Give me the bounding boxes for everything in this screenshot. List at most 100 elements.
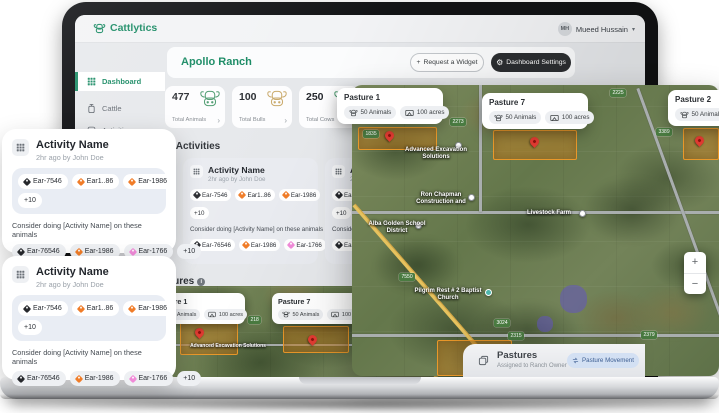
tag-icon [77,304,85,312]
map-zoom-control: + − [684,252,706,294]
chevron-down-icon: ▾ [632,26,635,33]
avatar: MH [558,22,572,36]
tag-icon [23,304,31,312]
overflow-chip[interactable]: +10 [177,244,201,259]
pasture-info-card[interactable]: Pasture 1 50 Animals 100 acres [165,293,245,324]
ear-tag-chip[interactable]: Ear-7546 [18,174,68,189]
request-widget-button[interactable]: + Request a Widget [410,53,484,72]
dashboard-settings-button[interactable]: ⚙ Dashboard Settings [491,53,571,72]
activity-card[interactable]: Activity Name 2hr ago by John Doe Ear-75… [2,256,176,380]
tag-icon [193,191,201,199]
laptop-trackpad-notch [299,377,421,384]
activity-icon [12,139,29,156]
marketing-mockup: Cattlytics MH Mueed Hussain ▾ Apollo Ran… [0,0,719,413]
ear-tag-chip[interactable]: Ear-7546 [190,189,231,201]
ear-tag-chip[interactable]: Ear-1986 [239,239,280,251]
map-place-label: Livestock Farm [520,210,578,217]
movement-icon [572,357,579,364]
user-name: Mueed Hussain [576,25,628,34]
pastures-bar: Pastures Assigned to Ranch Owner Pasture… [463,344,645,377]
ear-tag-chip[interactable]: Ear-7546 [18,301,68,316]
tag-icon [128,374,136,382]
map-road [352,334,719,337]
plus-icon: + [416,59,420,66]
ear-tag-chip[interactable]: Ear-76546 [12,371,66,386]
zone-polygon[interactable] [560,285,587,313]
ear-tag-chip[interactable]: Ear-1766 [284,239,325,251]
pasture-info-card[interactable]: Pasture 2 50 Animals 100 acres [668,90,719,126]
activity-title: Activity Name [36,139,109,151]
animal-count-pill: 50 Animals [278,309,323,320]
acres-icon [405,109,414,117]
tag-icon [238,191,246,199]
pasture-info-card[interactable]: Pasture 7 50 Animals 100 acres [482,93,588,129]
ear-tag-chip[interactable]: Ear-1986 [123,174,173,189]
tag-icon [17,374,25,382]
animal-tags-box: Ear-7546 Ear1..86 Ear-1986 +10 [12,168,166,214]
pasture-polygon[interactable] [180,321,238,355]
overflow-chip[interactable]: +10 [332,207,351,219]
gear-icon: ⚙ [496,59,503,67]
overflow-chip[interactable]: +10 [18,320,42,335]
road-badge: 3389 [656,128,672,136]
tag-icon [74,374,82,382]
map-place-label: Alba Golden School District [366,221,428,235]
tag-icon [242,241,250,249]
cow-icon [282,311,290,318]
overflow-chip[interactable]: +10 [190,207,209,219]
activity-meta: 2hr ago by John Doe [36,280,109,289]
ear-tag-chip[interactable]: Ear1..86 [235,189,274,201]
user-menu[interactable]: MH Mueed Hussain ▾ [558,22,635,36]
pasture-movement-button[interactable]: Pasture Movement [567,353,639,368]
chevron-right-icon: › [284,116,287,125]
ear-tag-chip[interactable]: Ear1..86 [72,174,119,189]
pastures-bar-subtitle: Assigned to Ranch Owner [497,363,567,369]
animal-count-pill: 50 Animals [675,108,719,121]
road-badge: 218 [248,316,261,324]
zoom-in-button[interactable]: + [684,252,706,273]
sidebar-item-cattle[interactable]: Cattle [75,99,165,118]
app-topbar: Cattlytics MH Mueed Hussain ▾ [75,15,645,43]
tag-icon [335,241,343,249]
animal-count-pill: 50 Animals [344,106,396,119]
tag-icon [74,247,82,255]
zoom-out-button[interactable]: − [684,273,706,295]
road-badge: 2379 [641,331,657,339]
map-place-label: Advanced Excavation Solutions [397,147,475,161]
app-logo[interactable]: Cattlytics [93,22,157,34]
road-badge: 1835 [363,130,379,138]
sidebar-item-dashboard[interactable]: Dashboard [75,72,165,91]
activity-suggestion: Consider doing [Activity Name] on these … [12,348,166,366]
activity-card[interactable]: Activity Name 2hr ago by John Doe Ear-75… [2,129,176,253]
ear-tag-chip[interactable]: Ear-1986 [279,189,320,201]
activity-meta: 2hr ago by John Doe [36,153,109,162]
road-badge: 2225 [610,89,626,97]
ear-tag-chip[interactable]: Ear-1986 [123,301,173,316]
pastures-bar-title: Pastures [497,350,537,361]
map-place-label: Pilgrim Rest # 2 Baptist Church [408,288,488,302]
map-place-label: Ron Chapman Construction and [402,192,480,206]
ear-tag-chip[interactable]: Ear-1766 [124,371,174,386]
road-badge: 3024 [494,319,510,327]
ear-tag-chip[interactable]: Ear-1986 [70,371,120,386]
ear-tag-chip[interactable]: Ear1..86 [72,301,119,316]
activity-title: Activity Name [208,165,265,175]
map-place-label: Advanced Excavation Solutions [183,343,273,349]
cow-icon [349,109,358,117]
stat-card-total-animals[interactable]: 477 Total Animals › [165,86,225,128]
road-badge: 7550 [399,273,415,281]
zone-polygon[interactable] [537,316,553,332]
activity-icon [190,165,203,178]
overflow-chip[interactable]: +10 [18,193,42,208]
pasture-info-card[interactable]: Pasture 1 50 Animals 100 acres [337,88,443,124]
tag-icon [282,191,290,199]
map-texture-patch [582,175,682,245]
activity-icon [332,165,345,178]
poi-marker[interactable] [579,210,586,217]
activity-card[interactable]: Activity Name 2hr ago by John Doe Ear-75… [183,158,318,264]
info-icon[interactable]: i [197,278,205,286]
activity-suggestion: Consider doing [Activity Name] on these … [12,221,166,239]
ranch-title: Apollo Ranch [181,56,252,68]
stat-card-total-bulls[interactable]: 100 Total Bulls › [232,86,292,128]
overflow-chip[interactable]: +10 [177,371,201,386]
